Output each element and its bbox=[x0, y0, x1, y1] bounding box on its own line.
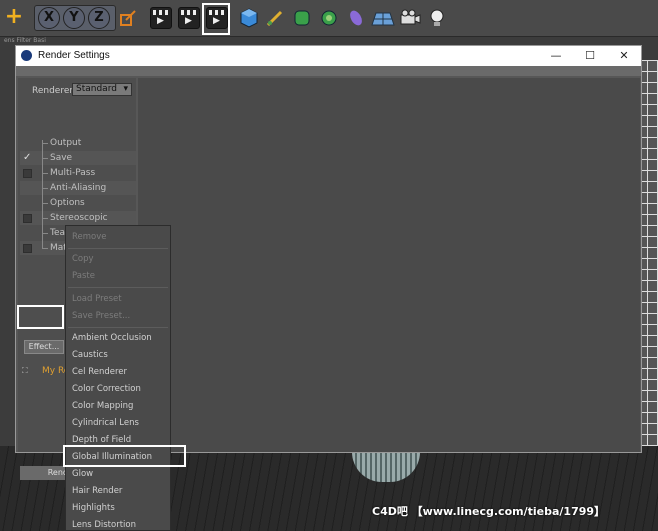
menu-separator bbox=[68, 287, 168, 288]
tree-item-label: Save bbox=[50, 153, 73, 163]
menu-item-cel-renderer[interactable]: Cel Renderer bbox=[72, 367, 127, 377]
main-toolbar: + X Y Z bbox=[0, 0, 658, 37]
menu-item-lens-distortion[interactable]: Lens Distortion bbox=[72, 520, 136, 530]
chevron-down-icon: ▾ bbox=[123, 84, 128, 94]
mograph-icon[interactable] bbox=[318, 7, 340, 29]
tree-vertical-line bbox=[42, 140, 43, 248]
menu-separator bbox=[68, 248, 168, 249]
axis-x-icon[interactable]: X bbox=[38, 7, 60, 29]
maximize-button[interactable]: ☐ bbox=[573, 46, 607, 66]
renderer-value: Standard bbox=[76, 84, 117, 94]
menu-item-caustics[interactable]: Caustics bbox=[72, 350, 108, 360]
add-icon[interactable]: + bbox=[3, 6, 25, 29]
window-title: Render Settings bbox=[38, 50, 110, 61]
renderer-label: Renderer bbox=[32, 86, 74, 96]
renderer-select[interactable]: Standard ▾ bbox=[72, 83, 132, 96]
tree-item[interactable]: Options bbox=[20, 196, 136, 210]
menu-item-color-mapping[interactable]: Color Mapping bbox=[72, 401, 133, 411]
effect-button[interactable]: Effect... bbox=[24, 340, 64, 354]
tree-item-label: Output bbox=[50, 138, 82, 148]
tree-item-checkbox[interactable] bbox=[23, 214, 32, 223]
tree-item-label: Anti-Aliasing bbox=[50, 183, 107, 193]
render-settings-highlight bbox=[202, 3, 230, 35]
axis-z-icon[interactable]: Z bbox=[88, 7, 110, 29]
render-picture-viewer-icon[interactable] bbox=[178, 7, 200, 29]
tree-item-checkbox[interactable] bbox=[23, 244, 32, 253]
menu-item-highlights[interactable]: Highlights bbox=[72, 503, 115, 513]
floor-icon[interactable] bbox=[370, 7, 396, 29]
menu-separator bbox=[68, 327, 168, 328]
menu-item-cylindrical-lens[interactable]: Cylindrical Lens bbox=[72, 418, 139, 428]
tree-connector bbox=[42, 248, 48, 249]
watermark: C4D吧 【www.linecg.com/tieba/1799】 bbox=[372, 505, 606, 518]
tree-item-label: Stereoscopic bbox=[50, 213, 108, 223]
settings-content-panel bbox=[138, 78, 640, 452]
tree-item[interactable]: Stereoscopic bbox=[20, 211, 136, 225]
tree-item[interactable]: Output bbox=[20, 136, 136, 150]
expand-icon[interactable]: ⛶ bbox=[22, 366, 28, 376]
global-illumination-highlight bbox=[63, 445, 186, 467]
tree-item-label: Multi-Pass bbox=[50, 168, 96, 178]
pen-icon[interactable] bbox=[264, 7, 286, 29]
camera-icon[interactable] bbox=[399, 7, 421, 29]
menu-item-hair-render[interactable]: Hair Render bbox=[72, 486, 122, 496]
menu-item-copy: Copy bbox=[72, 254, 94, 264]
effect-context-menu: Remove Copy Paste Load Preset Save Preset...… bbox=[65, 225, 171, 531]
axis-y-icon[interactable]: Y bbox=[63, 7, 85, 29]
render-view-icon[interactable] bbox=[150, 7, 172, 29]
deformer-icon[interactable] bbox=[345, 7, 367, 29]
effect-button-highlight bbox=[17, 305, 64, 329]
subdivision-icon[interactable] bbox=[291, 7, 313, 29]
cinema4d-app-icon bbox=[21, 50, 32, 61]
menu-item-save-preset: Save Preset... bbox=[72, 311, 131, 321]
tree-item[interactable]: Multi-Pass bbox=[20, 166, 136, 180]
tree-item[interactable]: ✓ Save bbox=[20, 151, 136, 165]
coordinate-system-icon[interactable] bbox=[117, 7, 139, 29]
tree-item-checkbox[interactable]: ✓ bbox=[23, 151, 31, 163]
tree-item-checkbox[interactable] bbox=[23, 169, 32, 178]
menu-item-glow[interactable]: Glow bbox=[72, 469, 93, 479]
window-titlebar[interactable]: Render Settings — ☐ ✕ bbox=[16, 46, 641, 66]
minimize-button[interactable]: — bbox=[539, 46, 573, 66]
tree-item[interactable]: Anti-Aliasing bbox=[20, 181, 136, 195]
menu-item-paste: Paste bbox=[72, 271, 95, 281]
menu-item-ambient-occlusion[interactable]: Ambient Occlusion bbox=[72, 333, 152, 343]
close-button[interactable]: ✕ bbox=[607, 46, 641, 66]
cube-icon[interactable] bbox=[238, 7, 260, 29]
menu-item-remove: Remove bbox=[72, 232, 107, 242]
menu-item-depth-of-field[interactable]: Depth of Field bbox=[72, 435, 131, 445]
tree-item-label: Options bbox=[50, 198, 85, 208]
background-tabs: ens Filter Basi bbox=[4, 37, 46, 44]
light-icon[interactable] bbox=[426, 7, 448, 29]
menu-item-load-preset: Load Preset bbox=[72, 294, 122, 304]
menu-item-color-correction[interactable]: Color Correction bbox=[72, 384, 141, 394]
window-menu-strip bbox=[16, 66, 641, 76]
